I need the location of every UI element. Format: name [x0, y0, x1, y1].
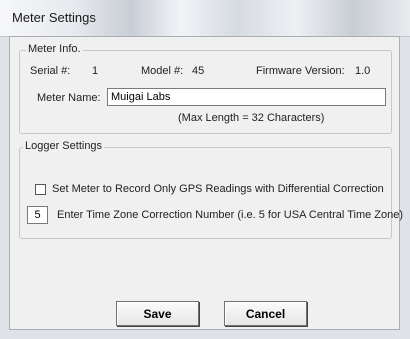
- model-label: Model #:: [141, 65, 184, 77]
- window-title: Meter Settings: [12, 10, 96, 25]
- timezone-label: Enter Time Zone Correction Number (i.e. …: [57, 209, 404, 221]
- serial-label: Serial #:: [30, 65, 71, 77]
- dialog-client-area: Meter Info. Serial #: 1 Model #: 45 Firm…: [9, 36, 404, 330]
- meter-settings-window: Meter Settings Meter Info. Serial #: 1 M…: [0, 0, 410, 339]
- gps-differential-label[interactable]: Set Meter to Record Only GPS Readings wi…: [52, 183, 384, 195]
- gps-differential-checkbox[interactable]: [35, 184, 46, 195]
- cancel-button[interactable]: Cancel: [224, 301, 307, 326]
- timezone-input[interactable]: [27, 206, 48, 224]
- meter-name-label: Meter Name:: [37, 92, 101, 104]
- firmware-value: 1.0: [355, 65, 371, 77]
- meter-info-legend: Meter Info.: [26, 43, 83, 55]
- meter-name-input[interactable]: [107, 88, 386, 106]
- serial-value: 1: [92, 65, 99, 77]
- save-button[interactable]: Save: [116, 301, 199, 326]
- model-value: 45: [192, 65, 205, 77]
- firmware-label: Firmware Version:: [256, 65, 345, 77]
- max-length-note: (Max Length = 32 Characters): [178, 112, 325, 124]
- logger-settings-legend: Logger Settings: [23, 140, 105, 152]
- title-bar[interactable]: Meter Settings: [0, 0, 410, 37]
